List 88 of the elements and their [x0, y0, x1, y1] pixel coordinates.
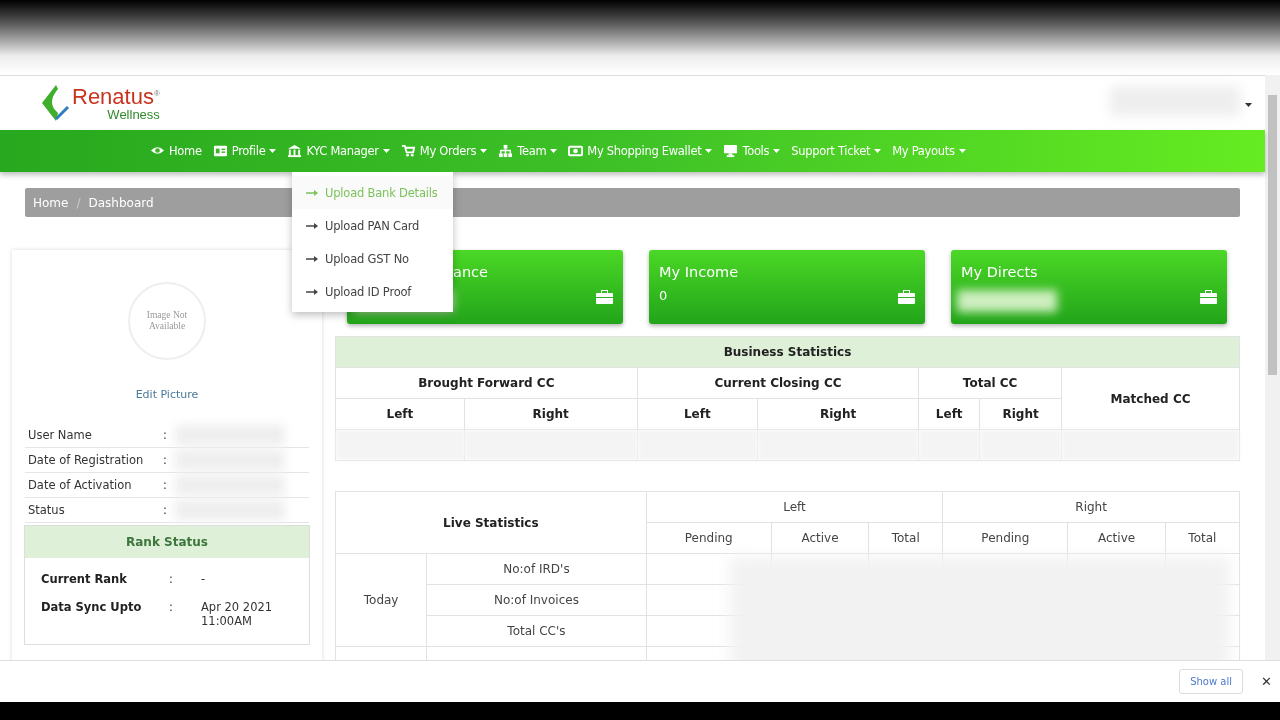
rank-separator: : [169, 572, 174, 586]
caret-icon [874, 149, 882, 153]
column-header: Total [1165, 522, 1240, 554]
nav-item[interactable]: My Orders [400, 144, 488, 158]
arrow-icon [306, 189, 318, 196]
table-cell: Total CC's [426, 615, 647, 647]
briefcase-icon [898, 290, 915, 304]
leaf-logo-icon [42, 83, 70, 123]
nav-item[interactable]: My Shopping Ewallet [568, 144, 713, 158]
briefcase-icon [596, 290, 613, 304]
id-card-icon [212, 144, 228, 158]
breadcrumb-separator: / [76, 195, 81, 210]
column-header: Right [464, 398, 638, 430]
caret-icon [705, 149, 713, 153]
field-label: Date of Registration [27, 453, 145, 467]
column-header: Left [918, 398, 980, 430]
nav-item[interactable]: Support Ticket [791, 144, 882, 158]
nav-item[interactable]: KYC Manager [287, 144, 390, 158]
cart-icon [400, 144, 416, 158]
menu-item[interactable]: Upload Bank Details [292, 176, 453, 209]
brand-name: Renatus$^{®}$ [72, 85, 160, 108]
field-label: Status [27, 503, 66, 517]
caret-icon [550, 149, 558, 153]
breadcrumb-link[interactable]: Home [33, 195, 69, 210]
caret-icon[interactable] [1245, 103, 1252, 107]
table-cell: No:of IRD's [426, 553, 647, 585]
edit-picture-link[interactable]: Edit Picture [135, 388, 199, 401]
column-header: Right [757, 398, 919, 430]
placeholder-text: Image Not Available [145, 309, 189, 333]
column-header: Pending [646, 522, 772, 554]
column-header: Total CC [918, 367, 1062, 399]
sitemap-icon [498, 144, 514, 158]
caret-icon [958, 149, 966, 153]
nav-item[interactable]: Profile [212, 144, 277, 158]
rank-label: Data Sync Upto [41, 600, 143, 616]
caret-icon [773, 149, 781, 153]
column-header: Brought Forward CC [335, 367, 638, 399]
scrollbar[interactable] [1265, 75, 1280, 660]
card-title: My Income [659, 264, 740, 280]
close-button[interactable]: ✕ [1261, 674, 1272, 689]
nav-item[interactable]: Tools [723, 144, 781, 158]
caret-icon [382, 149, 390, 153]
rank-value: - [201, 572, 207, 586]
card-value: 0 [659, 288, 668, 303]
column-header: Active [771, 522, 869, 554]
table-title: Business Statistics [335, 336, 1240, 368]
banknote-icon [568, 144, 584, 158]
rank-label: Current Rank [41, 572, 128, 586]
show-all-button[interactable]: Show all [1179, 669, 1243, 694]
table-cell: No:of Invoices [426, 584, 647, 616]
nav-item[interactable]: Team [498, 144, 558, 158]
column-header: Current Closing CC [637, 367, 919, 399]
caret-icon [269, 149, 277, 153]
breadcrumb-link[interactable]: Dashboard [88, 195, 154, 210]
column-header: Left [646, 491, 943, 523]
card-title: My Directs [961, 264, 1039, 280]
table-title: Live Statistics [335, 491, 647, 554]
column-header: Active [1067, 522, 1166, 554]
rank-value: Apr 20 2021 11:00AM [201, 600, 274, 628]
monitor-icon [723, 144, 739, 158]
column-header: Matched CC [1061, 367, 1240, 430]
brand-tagline: Wellness [107, 107, 160, 121]
card-title: ance [452, 264, 489, 280]
caret-icon [480, 149, 488, 153]
nav-item[interactable]: My Payouts [892, 144, 966, 158]
column-header: Pending [942, 522, 1068, 554]
arrow-icon [306, 288, 318, 295]
field-separator: : [163, 503, 167, 517]
bank-icon [287, 144, 303, 158]
rank-separator: : [169, 600, 174, 616]
field-separator: : [163, 478, 167, 492]
field-label: Date of Activation [27, 478, 133, 492]
arrow-icon [306, 255, 318, 262]
arrow-icon [306, 222, 318, 229]
menu-item[interactable]: Upload ID Proof [292, 275, 453, 308]
column-header: Right [942, 491, 1240, 523]
rank-title: Rank Status [25, 526, 309, 558]
nav-item[interactable]: Home [150, 144, 202, 158]
briefcase-icon [1200, 290, 1217, 304]
column-header: Left [637, 398, 758, 430]
menu-item[interactable]: Upload GST No [292, 242, 453, 275]
table-cell: Today [335, 553, 427, 647]
field-separator: : [163, 428, 167, 442]
column-header: Total [868, 522, 943, 554]
field-label: User Name [27, 428, 93, 442]
field-separator: : [163, 453, 167, 467]
column-header: Left [335, 398, 465, 430]
menu-item[interactable]: Upload PAN Card [292, 209, 453, 242]
